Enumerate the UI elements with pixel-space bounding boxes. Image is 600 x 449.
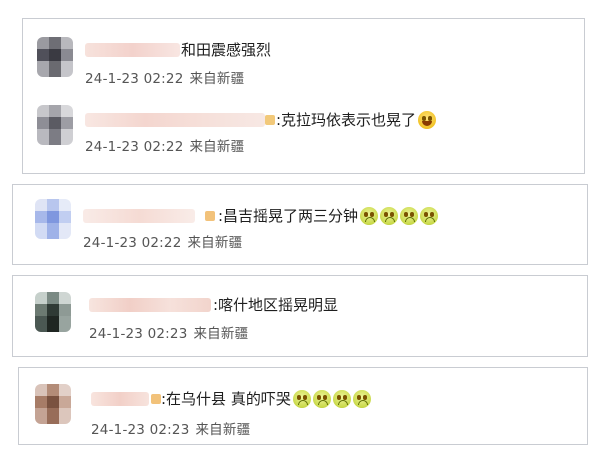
comment-text: :在乌什县 真的吓哭 [161, 388, 371, 409]
cry-emoji-icon [352, 390, 371, 408]
comment-text-content: :昌吉摇晃了两三分钟 [218, 207, 359, 225]
cry-emoji-icon [420, 207, 439, 225]
comment-item: :喀什地区摇晃明显 24-1-23 02:23 来自新疆 [13, 284, 587, 348]
comment-meta: 24-1-23 02:22 来自新疆 [85, 135, 250, 155]
comment-time: 24-1-23 02:22 [85, 71, 184, 87]
username-blurred[interactable] [83, 209, 195, 223]
comment-item: :克拉玛依表示也晃了 24-1-23 02:22 来自新疆 [23, 99, 584, 163]
comment-meta: 24-1-23 02:22 来自新疆 [85, 67, 250, 87]
username-blurred[interactable] [91, 392, 149, 406]
comment-source: 来自新疆 [189, 71, 245, 87]
laugh-emoji-icon [418, 111, 437, 129]
cry-emoji-icon [292, 390, 311, 408]
comment-card-4: :在乌什县 真的吓哭 24-1-23 02:23 来自新疆 [18, 367, 588, 445]
comment-text-content: :克拉玛依表示也晃了 [276, 111, 417, 129]
cry-emoji-icon [400, 207, 419, 225]
comment-meta: 24-1-23 02:23 来自新疆 [89, 322, 254, 342]
username-blurred[interactable] [85, 113, 265, 127]
comment-card-3: :喀什地区摇晃明显 24-1-23 02:23 来自新疆 [12, 275, 588, 357]
comment-card-1: 和田震感强烈 24-1-23 02:22 来自新疆 :克拉玛依表示也晃了 24-1… [22, 18, 585, 174]
cry-emoji-icon [332, 390, 351, 408]
comment-source: 来自新疆 [187, 235, 243, 251]
avatar[interactable] [35, 384, 71, 424]
avatar[interactable] [35, 292, 71, 332]
comment-source: 来自新疆 [195, 422, 251, 438]
cry-emoji-icon [360, 207, 379, 225]
comment-meta: 24-1-23 02:22 来自新疆 [83, 231, 248, 251]
avatar[interactable] [35, 199, 71, 239]
comment-item: :在乌什县 真的吓哭 24-1-23 02:23 来自新疆 [19, 376, 587, 440]
comment-item: :昌吉摇晃了两三分钟 24-1-23 02:22 来自新疆 [13, 193, 587, 257]
comment-text: :喀什地区摇晃明显 [213, 296, 339, 314]
comment-text-content: :在乌什县 真的吓哭 [161, 390, 291, 408]
comment-time: 24-1-23 02:23 [89, 326, 188, 342]
username-blurred[interactable] [85, 43, 180, 57]
comment-text: :昌吉摇晃了两三分钟 [218, 205, 439, 226]
avatar[interactable] [37, 37, 73, 77]
comment-source: 来自新疆 [193, 326, 249, 342]
comment-text: 和田震感强烈 [181, 41, 272, 59]
comment-source: 来自新疆 [189, 139, 245, 155]
username-badge [205, 211, 215, 221]
comment-text: :克拉玛依表示也晃了 [276, 109, 437, 130]
comment-time: 24-1-23 02:22 [85, 139, 184, 155]
comment-item: 和田震感强烈 24-1-23 02:22 来自新疆 [23, 29, 584, 93]
username-badge [151, 394, 161, 404]
cry-emoji-icon [380, 207, 399, 225]
comment-time: 24-1-23 02:22 [83, 235, 182, 251]
comment-card-2: :昌吉摇晃了两三分钟 24-1-23 02:22 来自新疆 [12, 184, 588, 265]
cry-emoji-icon [312, 390, 331, 408]
username-badge [265, 115, 275, 125]
comment-time: 24-1-23 02:23 [91, 422, 190, 438]
comment-meta: 24-1-23 02:23 来自新疆 [91, 418, 256, 438]
username-blurred[interactable] [89, 298, 211, 312]
avatar[interactable] [37, 105, 73, 145]
